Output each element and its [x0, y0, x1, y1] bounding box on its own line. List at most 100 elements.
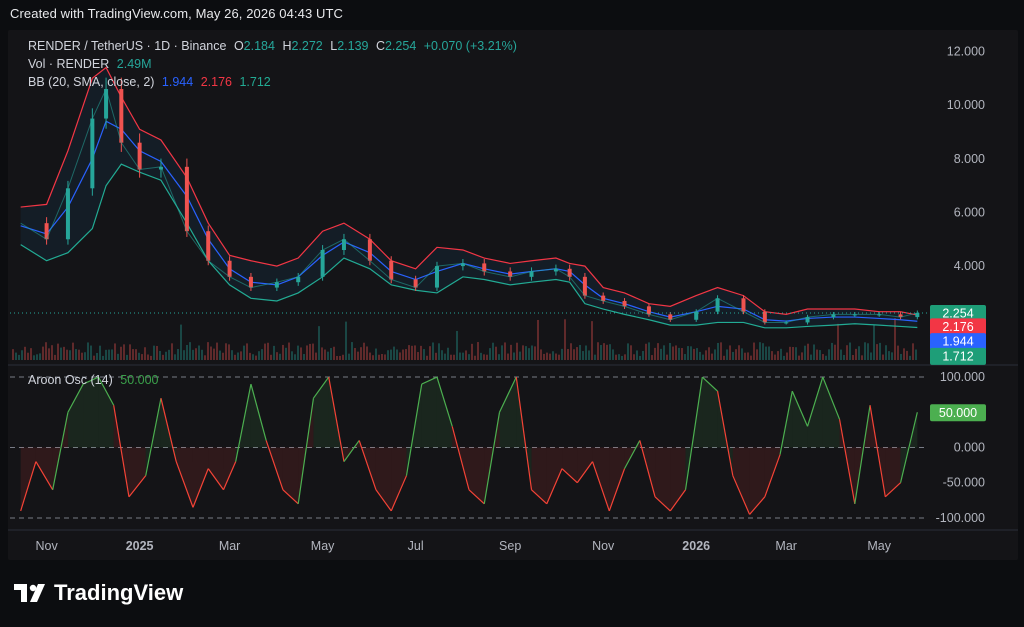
osc-axis-tick: -100.000: [936, 511, 985, 525]
osc-axis-tick: -50.000: [943, 476, 985, 490]
osc-area-fill: [176, 447, 193, 508]
volume-bar: [783, 355, 785, 360]
volume-bar: [303, 354, 305, 360]
volume-bar: [810, 354, 812, 360]
volume-bar: [63, 346, 65, 360]
volume-bar: [525, 346, 527, 360]
volume-bar: [225, 343, 227, 360]
volume-bar: [72, 342, 74, 360]
chart-svg[interactable]: 12.00010.0008.0006.0004.0002.2542.1761.9…: [8, 30, 1018, 560]
osc-area-fill: [128, 447, 146, 497]
volume-bar: [201, 349, 203, 360]
volume-bar: [252, 354, 254, 360]
osc-area-fill: [421, 377, 437, 448]
volume-bar: [309, 343, 311, 360]
volume-bar: [174, 354, 176, 360]
volume-bar: [345, 321, 347, 360]
volume-bar: [648, 342, 650, 360]
volume-bar: [744, 352, 746, 360]
volume-bar: [228, 344, 230, 360]
volume-bar: [387, 350, 389, 360]
time-axis-tick: Nov: [592, 539, 615, 553]
volume-bar: [495, 346, 497, 360]
volume-bar: [384, 354, 386, 360]
volume-bar: [417, 352, 419, 360]
time-axis-tick: Mar: [219, 539, 241, 553]
volume-bar: [519, 351, 521, 360]
volume-bar: [870, 352, 872, 360]
volume-bar: [372, 355, 374, 360]
volume-bar: [546, 352, 548, 360]
volume-bar: [423, 349, 425, 360]
chart-panel[interactable]: 12.000 10.000 8.000 6.000 4.000 2.254 2.176 1.9…: [8, 30, 1018, 560]
time-axis-tick: May: [867, 539, 891, 553]
volume-bar: [618, 354, 620, 360]
osc-area-fill: [792, 391, 808, 448]
osc-area-fill: [436, 377, 453, 448]
volume-bar: [285, 347, 287, 360]
volume-bar: [75, 349, 77, 360]
volume-bar: [306, 345, 308, 360]
volume-bar: [858, 346, 860, 360]
price-candle: [582, 276, 587, 296]
symbol-label: RENDER / TetherUS · 1D · Binance: [28, 39, 227, 53]
bb-basis-badge: 1.944: [942, 335, 973, 349]
bb-basis-value: 1.944: [161, 75, 194, 89]
volume-bar: [327, 351, 329, 360]
price-candle: [320, 250, 325, 277]
volume-bar: [798, 355, 800, 360]
volume-bar: [570, 343, 572, 360]
open-label: O: [233, 39, 244, 53]
volume-bar: [159, 350, 161, 360]
volume-bar: [891, 352, 893, 360]
bb-upper-value: 2.176: [200, 75, 232, 89]
volume-bar: [177, 349, 179, 360]
volume-bar: [879, 342, 881, 360]
price-candle: [741, 298, 746, 312]
osc-value-badge: 50.000: [939, 406, 977, 420]
volume-bar: [507, 353, 509, 360]
watermark-header: Created with TradingView.com, May 26, 20…: [10, 6, 344, 21]
volume-bar: [15, 352, 17, 360]
volume-bar: [24, 346, 26, 360]
volume-bar: [36, 354, 38, 360]
volume-bar: [483, 354, 485, 360]
price-candle: [715, 298, 720, 312]
volume-bar: [396, 349, 398, 360]
volume-bar: [198, 345, 200, 360]
volume-bar: [426, 355, 428, 360]
volume-bar: [903, 348, 905, 360]
volume-bar: [360, 347, 362, 360]
volume-bar: [186, 344, 188, 360]
osc-area-fill: [98, 377, 114, 448]
price-candle: [227, 260, 232, 277]
volume-bar: [630, 345, 632, 360]
volume-bar: [717, 342, 719, 360]
volume-bar: [81, 352, 83, 360]
volume-bar: [363, 342, 365, 360]
volume-bar: [897, 345, 899, 360]
volume-bar: [180, 324, 182, 360]
volume-bar: [339, 355, 341, 360]
volume-bar: [204, 355, 206, 360]
volume-bar: [906, 350, 908, 360]
osc-area-fill: [192, 447, 209, 508]
volume-bar: [591, 321, 593, 360]
price-candle: [434, 266, 439, 288]
volume-bar: [660, 348, 662, 360]
volume-bar: [33, 355, 35, 360]
volume-bar: [831, 342, 833, 360]
volume-bar: [441, 350, 443, 360]
volume-bar: [132, 349, 134, 360]
volume-bar: [21, 350, 23, 360]
volume-bar: [588, 350, 590, 360]
volume-bar: [699, 351, 701, 360]
osc-area-fill: [807, 377, 823, 448]
tradingview-logo[interactable]: TradingView: [14, 580, 183, 606]
volume-bar: [408, 345, 410, 360]
volume-bar: [297, 345, 299, 360]
price-candle: [389, 260, 394, 280]
volume-bar: [663, 345, 665, 360]
volume-bar: [471, 343, 473, 360]
volume-bar: [855, 348, 857, 360]
